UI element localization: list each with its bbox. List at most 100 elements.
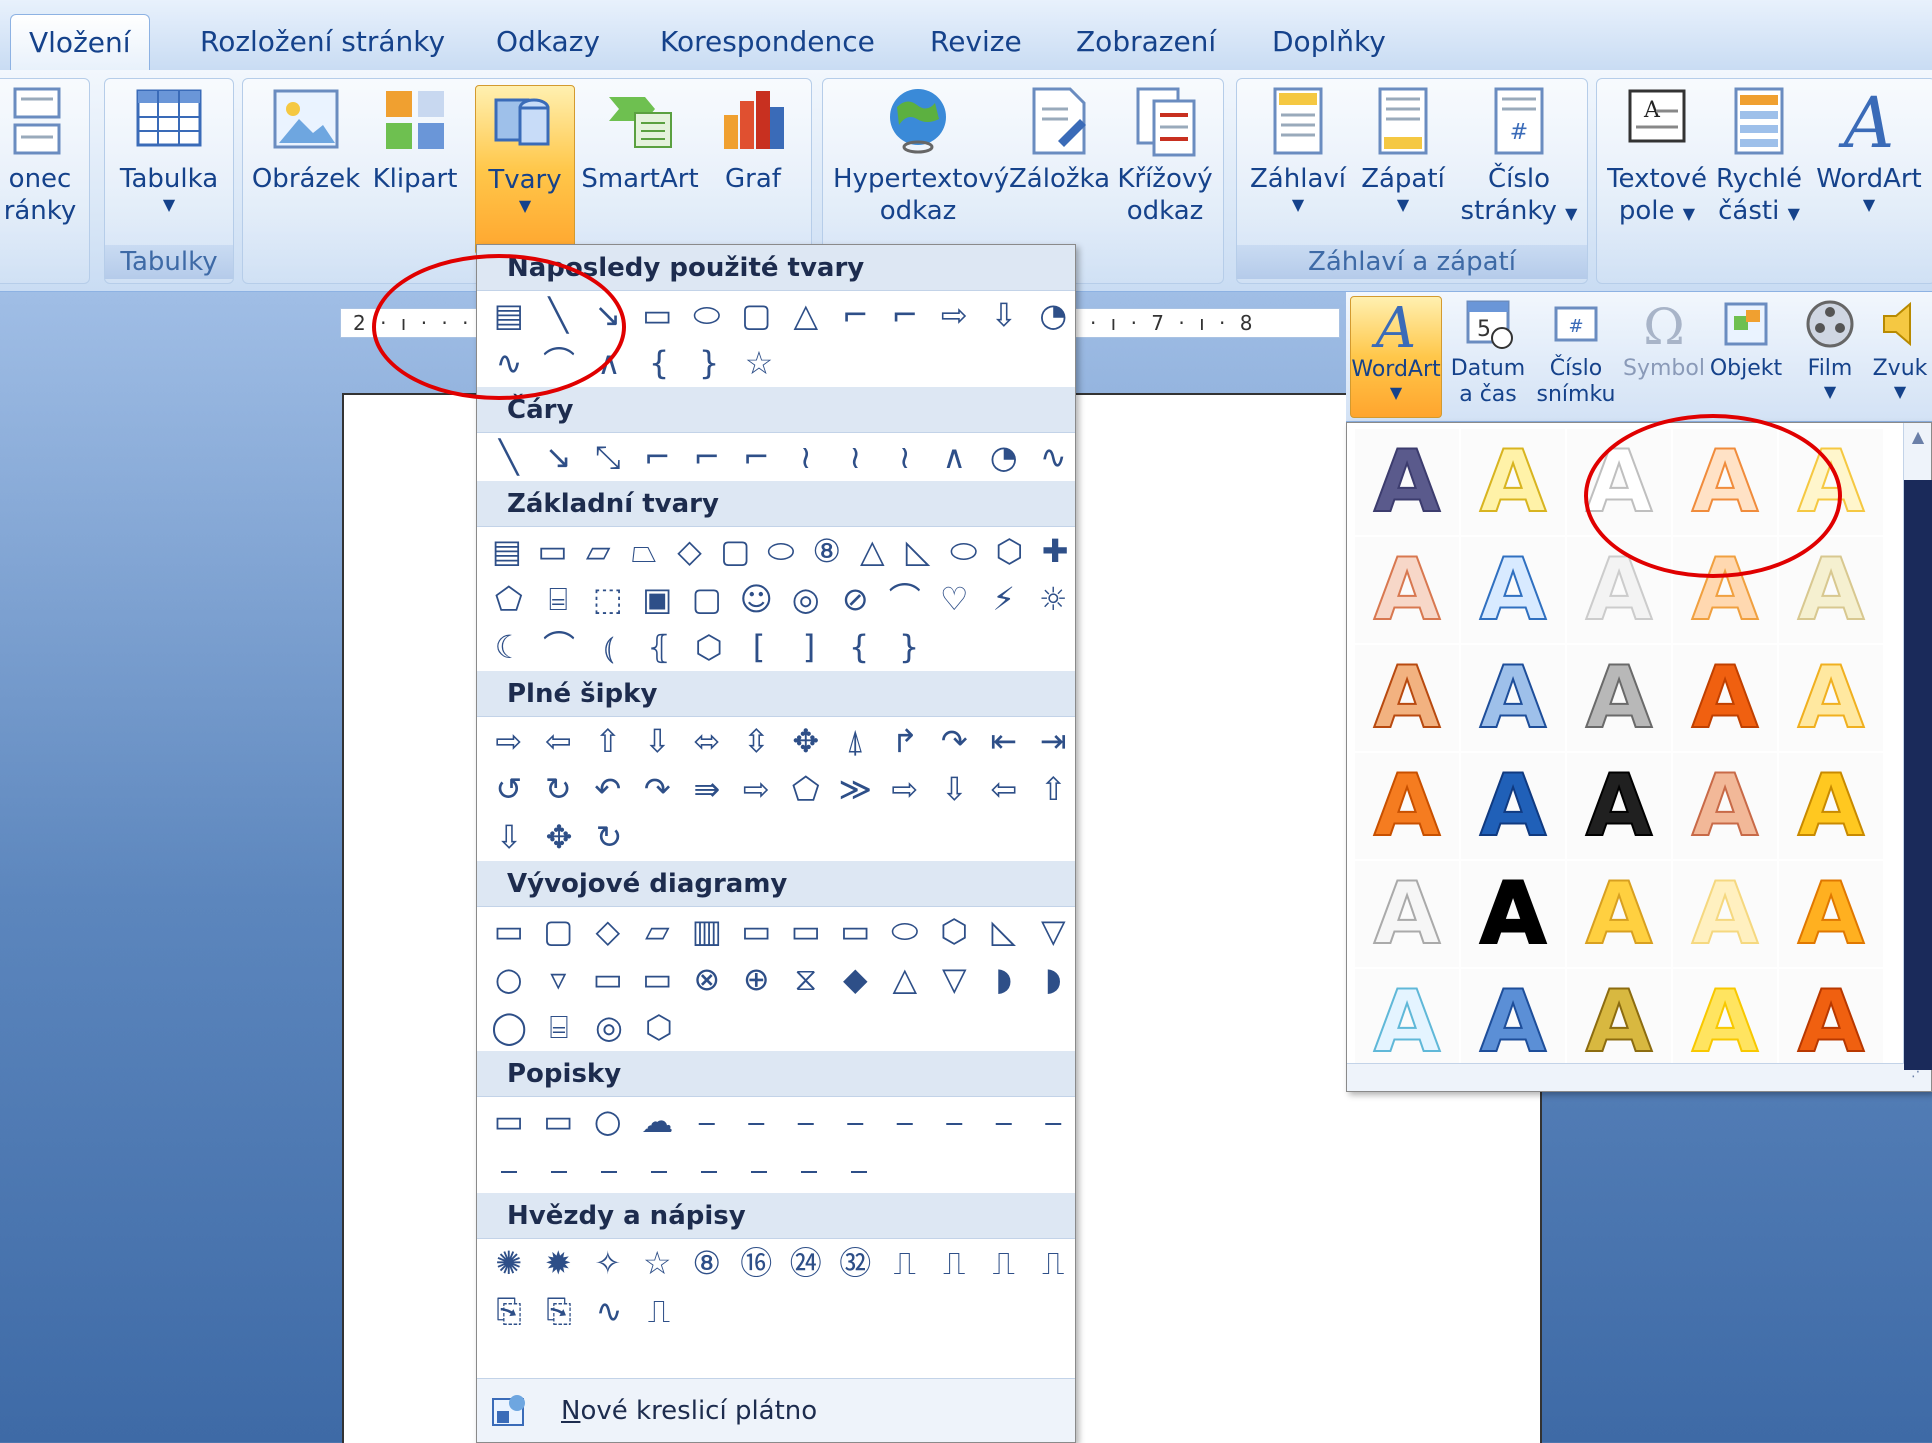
tab-mailings[interactable]: Korespondence <box>642 14 893 70</box>
shape-item-icon[interactable]: ⬠ <box>784 769 828 809</box>
tab-view[interactable]: Zobrazení <box>1058 14 1234 70</box>
shape-item-icon[interactable]: ⇨ <box>487 721 531 761</box>
wordart-style-item[interactable]: A <box>1673 645 1777 751</box>
shape-item-icon[interactable]: △ <box>784 295 828 335</box>
shape-item-icon[interactable]: ⎯ <box>787 1149 831 1189</box>
shape-item-icon[interactable]: ⤡ <box>586 437 630 477</box>
shape-item-icon[interactable]: ⇨ <box>883 769 927 809</box>
shape-item-icon[interactable]: ] <box>787 627 831 667</box>
shape-item-icon[interactable]: ⦅ <box>587 627 631 667</box>
shape-item-icon[interactable]: [ <box>737 627 781 667</box>
page-break-button[interactable]: onec ránky <box>0 85 85 227</box>
shape-item-icon[interactable]: ⌐ <box>883 295 927 335</box>
shape-item-icon[interactable]: ⎯ <box>883 1101 927 1141</box>
shape-item-icon[interactable]: ╲ <box>537 295 581 335</box>
shape-item-icon[interactable]: ⬄ <box>685 721 729 761</box>
shape-item-icon[interactable]: ▢ <box>537 911 581 951</box>
shape-item-icon[interactable]: ≫ <box>834 769 878 809</box>
shape-item-icon[interactable]: ⇦ <box>537 721 581 761</box>
shape-item-icon[interactable]: ⇧ <box>1032 769 1076 809</box>
wordart-style-item[interactable]: A <box>1779 429 1883 535</box>
date-time-button[interactable]: 5 Datum a čas <box>1446 296 1530 408</box>
wordart-style-item[interactable]: A <box>1673 753 1777 859</box>
shape-item-icon[interactable]: ⇩ <box>636 721 680 761</box>
wordart-style-item[interactable]: A <box>1673 861 1777 967</box>
shape-item-icon[interactable]: ▽ <box>1032 911 1076 951</box>
shape-item-icon[interactable]: ▭ <box>834 911 878 951</box>
shape-item-icon[interactable]: ⇤ <box>982 721 1026 761</box>
shape-item-icon[interactable]: ㉔ <box>784 1243 828 1283</box>
wordart-style-item[interactable]: A <box>1461 969 1565 1075</box>
shape-item-icon[interactable]: ⎯ <box>687 1149 731 1189</box>
shape-item-icon[interactable]: ⎯ <box>837 1149 881 1189</box>
wordart-style-item[interactable]: A <box>1567 537 1671 643</box>
shape-item-icon[interactable]: ㉜ <box>834 1243 878 1283</box>
wordart-button[interactable]: A WordArt ▼ <box>1811 85 1927 215</box>
shape-item-icon[interactable]: ◗ <box>1032 959 1076 999</box>
shape-item-icon[interactable]: ∿ <box>1032 437 1076 477</box>
shape-item-icon[interactable]: ▭ <box>586 959 630 999</box>
shape-item-icon[interactable]: ◆ <box>834 959 878 999</box>
shape-item-icon[interactable]: ⎯ <box>735 1101 779 1141</box>
shape-item-icon[interactable]: ⎯ <box>933 1101 977 1141</box>
shape-item-icon[interactable]: ◗ <box>982 959 1026 999</box>
wordart-style-item[interactable]: A <box>1779 753 1883 859</box>
shape-item-icon[interactable]: ⎯ <box>737 1149 781 1189</box>
shapes-button[interactable]: Tvary ▼ <box>475 85 575 255</box>
shape-item-icon[interactable]: ⬡ <box>990 531 1030 571</box>
shape-item-icon[interactable]: ⬚ <box>586 579 630 619</box>
wordart-style-item[interactable]: A <box>1567 753 1671 859</box>
shape-item-icon[interactable]: ∿ <box>487 343 531 383</box>
wordart-style-item[interactable]: A <box>1355 537 1459 643</box>
shape-item-icon[interactable]: ⬡ <box>637 1007 681 1047</box>
cross-reference-button[interactable]: Křížový odkaz <box>1115 85 1215 227</box>
shape-item-icon[interactable]: ▤ <box>487 531 527 571</box>
shape-item-icon[interactable]: ⎯ <box>587 1149 631 1189</box>
shape-item-icon[interactable]: ◇ <box>586 911 630 951</box>
page-number-button[interactable]: # Číslo stránky ▼ <box>1457 85 1581 230</box>
shape-item-icon[interactable]: ⇨ <box>933 295 977 335</box>
tab-insert[interactable]: Vložení <box>10 14 150 70</box>
shape-item-icon[interactable]: } <box>887 627 931 667</box>
new-canvas-item[interactable]: Nové kreslicí plátno <box>477 1378 1075 1442</box>
shape-item-icon[interactable]: ⎯ <box>784 1101 828 1141</box>
shape-item-icon[interactable]: ○ <box>487 959 531 999</box>
wordart-style-item[interactable]: A <box>1461 753 1565 859</box>
wordart-style-item[interactable]: A <box>1355 429 1459 535</box>
shape-item-icon[interactable]: ⇩ <box>982 295 1026 335</box>
shape-item-icon[interactable]: ⏢ <box>624 531 664 571</box>
shape-item-icon[interactable]: ☁ <box>636 1101 680 1141</box>
shape-item-icon[interactable]: ↷ <box>636 769 680 809</box>
shape-item-icon[interactable]: ⎯ <box>1032 1101 1076 1141</box>
shape-item-icon[interactable]: ⇨ <box>735 769 779 809</box>
shape-item-icon[interactable]: ⌸ <box>537 1007 581 1047</box>
ppt-wordart-button[interactable]: A WordArt ▼ <box>1350 296 1442 418</box>
wordart-style-item[interactable]: A <box>1567 429 1671 535</box>
shape-item-icon[interactable]: △ <box>883 959 927 999</box>
shape-item-icon[interactable]: ⚡ <box>982 579 1026 619</box>
movie-button[interactable]: Film ▼ <box>1792 296 1868 402</box>
shape-item-icon[interactable]: ↘ <box>537 437 581 477</box>
shape-item-icon[interactable]: △ <box>853 531 893 571</box>
symbol-button[interactable]: Ω Symbol <box>1622 296 1706 382</box>
shape-item-icon[interactable]: ⇥ <box>1032 721 1076 761</box>
header-button[interactable]: Záhlaví ▼ <box>1245 85 1351 215</box>
shape-item-icon[interactable]: ⌐ <box>735 437 779 477</box>
resize-grip-icon[interactable]: ⋰ <box>1347 1063 1931 1091</box>
shape-item-icon[interactable]: ▤ <box>487 295 531 335</box>
wordart-style-item[interactable]: A <box>1673 969 1777 1075</box>
shape-item-icon[interactable]: ▱ <box>578 531 618 571</box>
shape-item-icon[interactable]: ⎍ <box>933 1243 977 1283</box>
slide-number-button[interactable]: # Číslo snímku <box>1534 296 1618 408</box>
tab-page-layout[interactable]: Rozložení stránky <box>182 14 463 70</box>
shape-item-icon[interactable]: ⌒ <box>883 579 927 619</box>
shape-item-icon[interactable]: ⎍ <box>883 1243 927 1283</box>
shape-item-icon[interactable]: ◔ <box>1032 295 1076 335</box>
wordart-style-item[interactable]: A <box>1461 429 1565 535</box>
shape-item-icon[interactable]: ▱ <box>636 911 680 951</box>
shape-item-icon[interactable]: ⎘ <box>537 1291 581 1331</box>
wordart-style-item[interactable]: A <box>1779 861 1883 967</box>
shape-item-icon[interactable]: ◺ <box>982 911 1026 951</box>
wordart-style-item[interactable]: A <box>1355 861 1459 967</box>
shape-item-icon[interactable]: { <box>837 627 881 667</box>
